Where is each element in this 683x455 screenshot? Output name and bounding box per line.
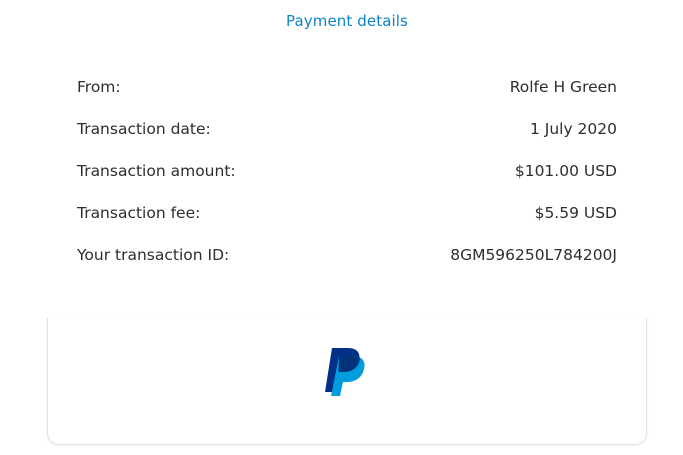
- detail-value: $101.00 USD: [514, 162, 617, 180]
- detail-value: Rolfe H Green: [509, 78, 617, 96]
- detail-value: 1 July 2020: [529, 120, 617, 138]
- detail-value: 8GM596250L784200J: [450, 246, 617, 264]
- detail-row-transaction-id: Your transaction ID: 8GM596250L784200J: [77, 243, 617, 267]
- detail-row-from: From: Rolfe H Green: [77, 75, 617, 99]
- detail-label: Transaction date:: [77, 120, 211, 138]
- detail-label: From:: [77, 78, 121, 96]
- paypal-logo-icon: [325, 348, 365, 396]
- page-title: Payment details: [286, 12, 408, 30]
- detail-row-fee: Transaction fee: $5.59 USD: [77, 201, 617, 225]
- detail-label: Transaction fee:: [77, 204, 201, 222]
- detail-row-date: Transaction date: 1 July 2020: [77, 117, 617, 141]
- detail-label: Transaction amount:: [77, 162, 236, 180]
- detail-label: Your transaction ID:: [77, 246, 230, 264]
- detail-value: $5.59 USD: [534, 204, 617, 222]
- detail-row-amount: Transaction amount: $101.00 USD: [77, 159, 617, 183]
